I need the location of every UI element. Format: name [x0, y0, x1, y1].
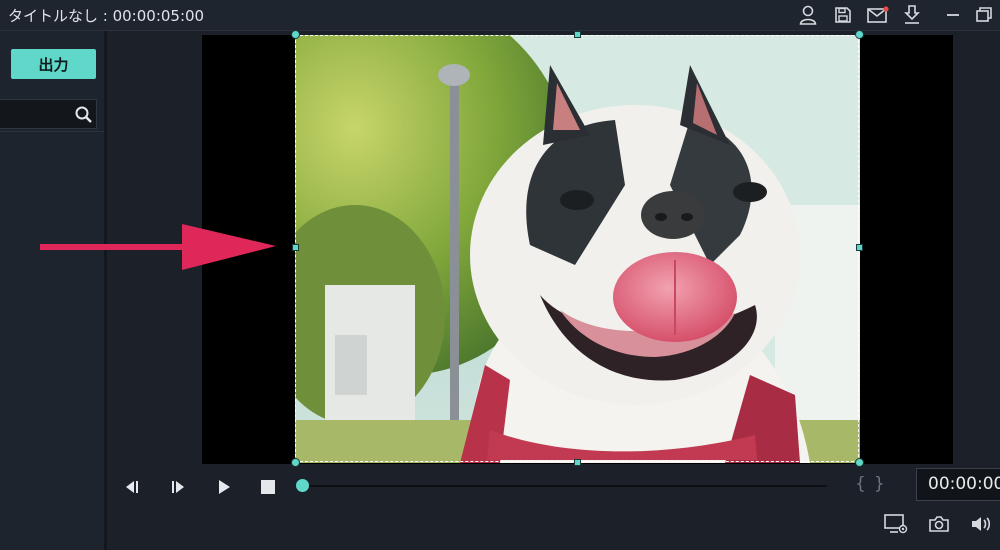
dog-photo[interactable] — [295, 35, 860, 463]
resize-handle-bottom-right[interactable] — [855, 458, 864, 467]
playback-progress-track[interactable] — [302, 485, 827, 487]
account-icon[interactable] — [796, 3, 820, 27]
annotation-arrow — [40, 220, 280, 279]
window-title: タイトルなし : 00:00:05:00 — [8, 7, 205, 25]
mark-in-out: {} — [855, 474, 893, 494]
volume-icon[interactable] — [968, 512, 994, 536]
next-frame-button[interactable] — [167, 476, 189, 498]
resize-handle-right[interactable] — [856, 244, 863, 251]
mail-icon[interactable] — [866, 3, 890, 27]
mark-in-button[interactable]: { — [855, 474, 874, 494]
resize-handle-bottom-left[interactable] — [291, 458, 300, 467]
title-bar: タイトルなし : 00:00:05:00 — [0, 0, 1000, 31]
mark-out-button[interactable]: } — [874, 474, 893, 494]
playhead[interactable] — [296, 479, 309, 492]
stop-button[interactable] — [257, 476, 279, 498]
save-icon[interactable] — [831, 3, 855, 27]
resize-handle-left[interactable] — [292, 244, 299, 251]
download-icon[interactable] — [900, 3, 924, 27]
restore-icon[interactable] — [972, 3, 996, 27]
display-settings-icon[interactable] — [883, 512, 909, 536]
snapshot-icon[interactable] — [926, 512, 952, 536]
play-button[interactable] — [213, 476, 235, 498]
previous-frame-button[interactable] — [121, 476, 143, 498]
search-icon[interactable] — [74, 105, 93, 128]
resize-handle-top-left[interactable] — [291, 30, 300, 39]
minimize-icon[interactable] — [941, 3, 965, 27]
search-input[interactable] — [0, 100, 78, 128]
search-box — [0, 99, 97, 129]
resize-handle-top-right[interactable] — [855, 30, 864, 39]
timecode-display: 00:00:00 — [916, 468, 1000, 501]
resize-handle-top[interactable] — [574, 31, 581, 38]
panel-separator — [0, 131, 104, 132]
export-button[interactable]: 出力 — [11, 49, 96, 79]
resize-handle-bottom[interactable] — [574, 459, 581, 466]
